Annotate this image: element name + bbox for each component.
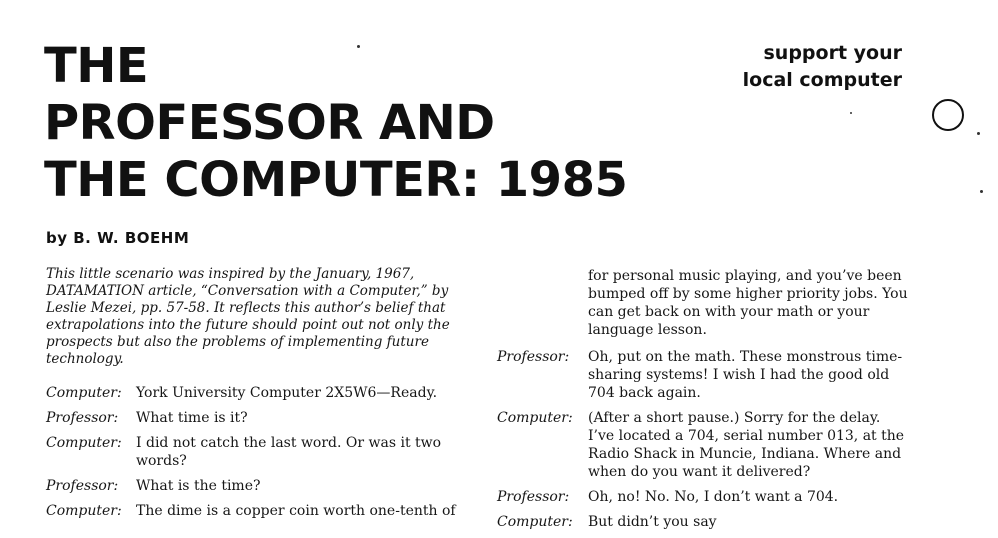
- dialog-turn: Computer: (After a short pause.) Sorry f…: [497, 409, 907, 481]
- ring-icon: [932, 99, 964, 131]
- tagline-line-1: support your: [763, 42, 903, 64]
- title-line-2: PROFESSOR AND: [44, 95, 495, 151]
- dialog-text: Oh, put on the math. These monstrous tim…: [588, 349, 903, 401]
- continued-text: for personal music playing, and you’ve b…: [588, 268, 908, 338]
- speck-mark: [977, 132, 980, 135]
- dialog-text: (After a short pause.) Sorry for the del…: [588, 410, 905, 480]
- speck-mark: [357, 45, 360, 48]
- title-line-1: THE: [44, 38, 149, 94]
- speck-mark: [850, 112, 852, 114]
- tagline: support your local computer: [743, 40, 902, 94]
- dialog-turn: Professor: What is the time?: [46, 477, 456, 495]
- dialog-turn: Professor: Oh, put on the math. These mo…: [497, 348, 907, 402]
- speaker-label: Professor:: [497, 349, 570, 365]
- dialog-turn: Computer: York University Computer 2X5W6…: [46, 384, 456, 402]
- speaker-label: Computer:: [46, 503, 122, 519]
- dialog-text: The dime is a copper coin worth one-tent…: [136, 503, 456, 519]
- speaker-label: Computer:: [497, 410, 573, 426]
- title-line-3: THE COMPUTER: 1985: [44, 152, 628, 208]
- dialog-turn: Computer: The dime is a copper coin wort…: [46, 502, 456, 520]
- dialog-text: I did not catch the last word. Or was it…: [136, 435, 442, 469]
- article-title: THE PROFESSOR AND THE COMPUTER: 1985: [44, 38, 628, 209]
- byline: by B. W. BOEHM: [46, 229, 190, 247]
- speaker-label: Professor:: [497, 489, 570, 505]
- tagline-line-2: local computer: [742, 69, 902, 91]
- dialog-turn: Computer: But didn’t you say: [497, 513, 907, 531]
- dialog-text: Oh, no! No. No, I don’t want a 704.: [588, 489, 839, 505]
- dialog-text: What is the time?: [136, 478, 261, 494]
- speaker-label: Computer:: [46, 435, 122, 451]
- intro-paragraph: This little scenario was inspired by the…: [46, 266, 450, 367]
- dialog-left-column: Computer: York University Computer 2X5W6…: [46, 384, 456, 527]
- speck-mark: [980, 190, 983, 193]
- speaker-label: Professor:: [46, 410, 119, 426]
- dialog-text: What time is it?: [136, 410, 248, 426]
- dialog-turn: Computer: I did not catch the last word.…: [46, 434, 456, 470]
- speaker-label: Computer:: [497, 514, 573, 530]
- dialog-turn: Professor: What time is it?: [46, 409, 456, 427]
- speaker-label: Professor:: [46, 478, 119, 494]
- dialog-text: York University Computer 2X5W6—Ready.: [136, 385, 438, 401]
- speaker-label: Computer:: [46, 385, 122, 401]
- dialog-turn: Professor: Oh, no! No. No, I don’t want …: [497, 488, 907, 506]
- dialog-text: But didn’t you say: [588, 514, 717, 530]
- dialog-right-column: Professor: Oh, put on the math. These mo…: [497, 348, 907, 538]
